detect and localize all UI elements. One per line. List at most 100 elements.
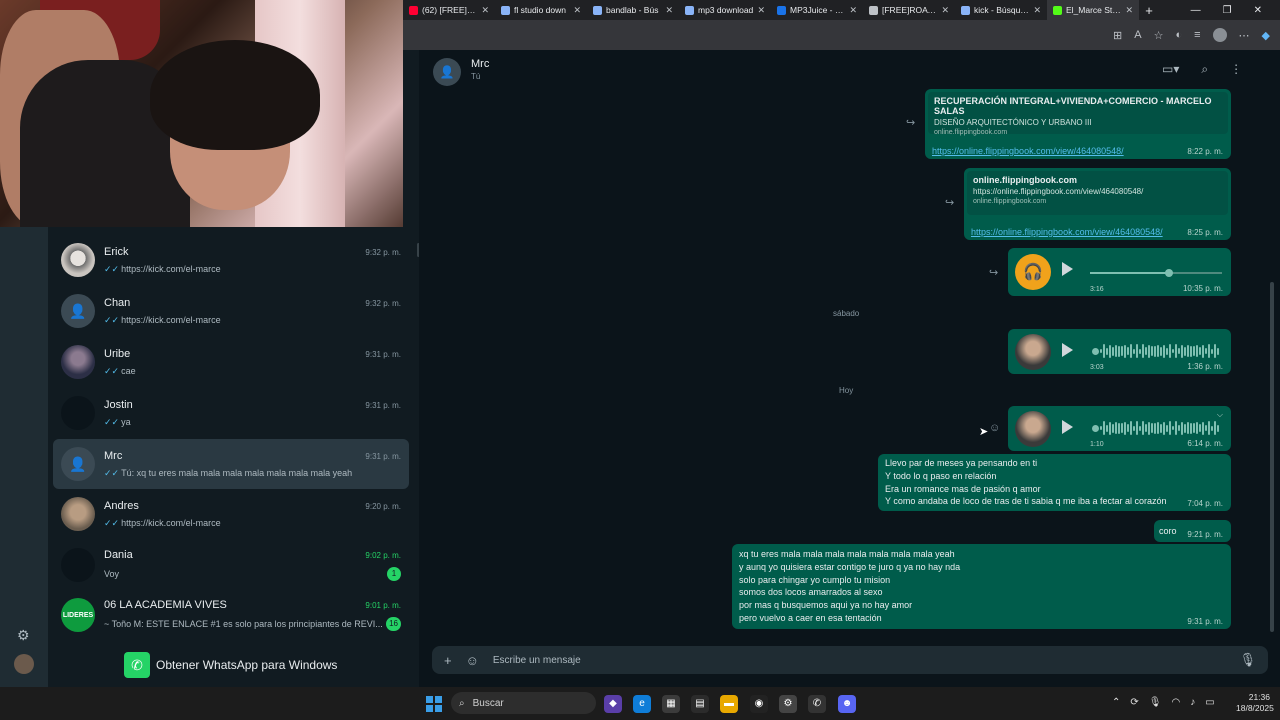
chat-item-body: Dania 9:02 p. m. Voy 1 [104,549,409,581]
message-input[interactable] [492,654,1226,666]
link-preview[interactable]: online.flippingbook.com https://online.f… [967,171,1228,215]
link-preview[interactable]: RECUPERACIÓN INTEGRAL+VIVIENDA+COMERCIO … [928,92,1228,136]
file-explorer-icon[interactable]: ▬ [720,695,738,713]
waveform-bar [1112,346,1114,356]
edge-app-icon[interactable]: e [633,695,651,713]
waveform-bar [1172,349,1174,353]
tray-chevron-up-icon[interactable]: ⌃ [1112,697,1120,708]
discord-app-icon[interactable]: ☻ [838,695,856,713]
attach-plus-icon[interactable]: + [444,653,452,668]
conversation-header[interactable] [419,50,1280,90]
message-time: 9:21 p. m. [1187,530,1223,539]
video-call-icon[interactable]: ▭▾ [1162,62,1179,77]
store-app-icon[interactable]: ▦ [662,695,680,713]
waveform-bar [1100,426,1102,430]
favorite-star-icon[interactable]: ☆ [1154,29,1164,42]
settings-app-icon[interactable]: ⚙ [779,695,797,713]
install-app-icon[interactable]: ⊞ [1113,29,1122,42]
chat-list-item[interactable]: LIDERES 06 LA ACADEMIA VIVES 9:01 p. m. ~ T… [53,590,409,640]
chat-avatar [61,345,95,379]
browser-tab[interactable]: MP3Juice - De ✕ [771,0,863,20]
battery-icon[interactable]: ▭ [1205,697,1214,708]
contact-avatar[interactable]: 👤 [433,58,461,86]
read-aloud-icon[interactable]: A [1134,29,1141,41]
chevron-down-icon[interactable]: ⌵ [1217,410,1223,420]
tray-mic-icon[interactable]: 🎙 [1149,697,1162,708]
browser-tab[interactable]: (62) [FREE]RO ✕ [403,0,495,20]
emoji-react-icon[interactable]: ☺ [989,422,1000,434]
maximize-icon[interactable]: ❐ [1223,5,1232,16]
close-tab-icon[interactable]: ✕ [573,5,581,16]
browser-tab[interactable]: El_Marce Strea ✕ [1047,0,1139,20]
close-tab-icon[interactable]: ✕ [1125,5,1133,16]
whatsapp-app-icon[interactable]: ✆ [808,695,826,713]
minimize-icon[interactable]: — [1191,5,1201,16]
taskbar-search[interactable]: ⌕ Buscar [451,692,596,714]
close-tab-icon[interactable]: ✕ [849,5,857,16]
close-tab-icon[interactable]: ✕ [665,5,673,16]
volume-icon[interactable]: ♪ [1190,697,1195,708]
chat-list-item[interactable]: Dania 9:02 p. m. Voy 1 [53,540,409,590]
browser-tab[interactable]: mp3 download ✕ [679,0,771,20]
get-whatsapp-banner[interactable]: ✆ Obtener WhatsApp para Windows [124,652,337,678]
profile-avatar[interactable] [14,654,34,674]
close-tab-icon[interactable]: ✕ [757,5,765,16]
favorites-icon[interactable]: ≡ [1194,29,1200,41]
taskbar-clock[interactable]: 21:36 18/8/2025 [1236,692,1274,714]
audio-progress-knob[interactable] [1165,269,1174,277]
forward-icon[interactable]: ↪ [989,266,998,279]
wifi-icon[interactable]: ◠ [1171,697,1180,708]
copilot-app-icon[interactable]: ◆ [604,695,622,713]
waveform-bar [1175,344,1177,358]
search-icon[interactable]: ⌕ [1201,62,1208,77]
forward-icon[interactable]: ↪ [945,196,954,209]
tray-sync-icon[interactable]: ⟳ [1130,697,1138,708]
menu-kebab-icon[interactable]: ⋮ [1230,62,1242,77]
waveform-bar [1211,425,1213,431]
close-tab-icon[interactable]: ✕ [941,5,949,16]
forward-icon[interactable]: ↪ [906,116,915,129]
more-options-icon[interactable]: ⋯ [1239,29,1250,42]
message-link-1: RECUPERACIÓN INTEGRAL+VIVIENDA+COMERCIO … [925,89,1231,159]
copilot-icon[interactable]: ◆ [1262,29,1270,42]
microphone-icon[interactable]: 🎙 [1239,652,1256,668]
sticker-icon[interactable]: ☺ [466,653,479,668]
fl-studio-app-icon[interactable]: ▤ [691,695,709,713]
close-tab-icon[interactable]: ✕ [1033,5,1041,16]
browser-tab[interactable]: fl studio down ✕ [495,0,587,20]
audio-waveform[interactable] [1092,343,1219,359]
settings-gear-icon[interactable]: ⚙ [17,627,30,644]
new-tab-button[interactable]: + [1139,3,1159,18]
message-link-url[interactable]: https://online.flippingbook.com/view/464… [971,227,1163,237]
profile-avatar[interactable] [1212,28,1227,42]
chat-list-item[interactable]: Jostin 9:31 p. m. ✓✓ ya [53,388,409,438]
play-icon[interactable] [1062,343,1073,357]
obs-app-icon[interactable]: ◉ [750,695,768,713]
browser-tab[interactable]: kick - Búsqued ✕ [955,0,1047,20]
chat-list-item[interactable]: 👤 Chan 9:32 p. m. ✓✓ https://kick.com/el-mar… [53,286,409,336]
conversation-scrollbar[interactable] [1270,282,1274,632]
link-preview-desc: https://online.flippingbook.com/view/464… [973,187,1144,196]
chat-list-item[interactable]: Andres 9:20 p. m. ✓✓ https://kick.com/el-ma… [53,489,409,539]
waveform-bar [1184,423,1186,433]
windows-start-icon[interactable] [426,696,442,712]
extensions-icon[interactable]: ◐ [1175,29,1182,41]
browser-tab[interactable]: bandlab - Bús ✕ [587,0,679,20]
message-link-url[interactable]: https://online.flippingbook.com/view/464… [932,146,1124,156]
waveform-bar [1199,347,1201,355]
play-icon[interactable] [1062,420,1073,434]
chat-preview: Voy [104,569,119,579]
browser-tab[interactable]: [FREE]ROA TY ✕ [863,0,955,20]
chat-list-item[interactable]: Uribe 9:31 p. m. ✓✓ cae [53,337,409,387]
play-icon[interactable] [1062,262,1073,276]
audio-scrub-knob[interactable] [1092,424,1099,432]
close-tab-icon[interactable]: ✕ [481,5,489,16]
chat-list-item[interactable]: 👤 Mrc 9:31 p. m. ✓✓ Tú: xq tu eres mala mala… [53,439,409,489]
audio-scrub-knob[interactable] [1092,347,1099,355]
audio-waveform[interactable] [1092,420,1219,436]
close-icon[interactable]: ✕ [1254,5,1262,16]
audio-progress-track[interactable] [1090,269,1222,277]
chat-list-item[interactable]: Erick 9:32 p. m. ✓✓ https://kick.com/el-mar… [53,235,409,285]
chat-preview: ~ Toño M: ESTE ENLACE #1 es solo para lo… [104,619,383,629]
contact-name[interactable]: Mrc [471,58,489,70]
